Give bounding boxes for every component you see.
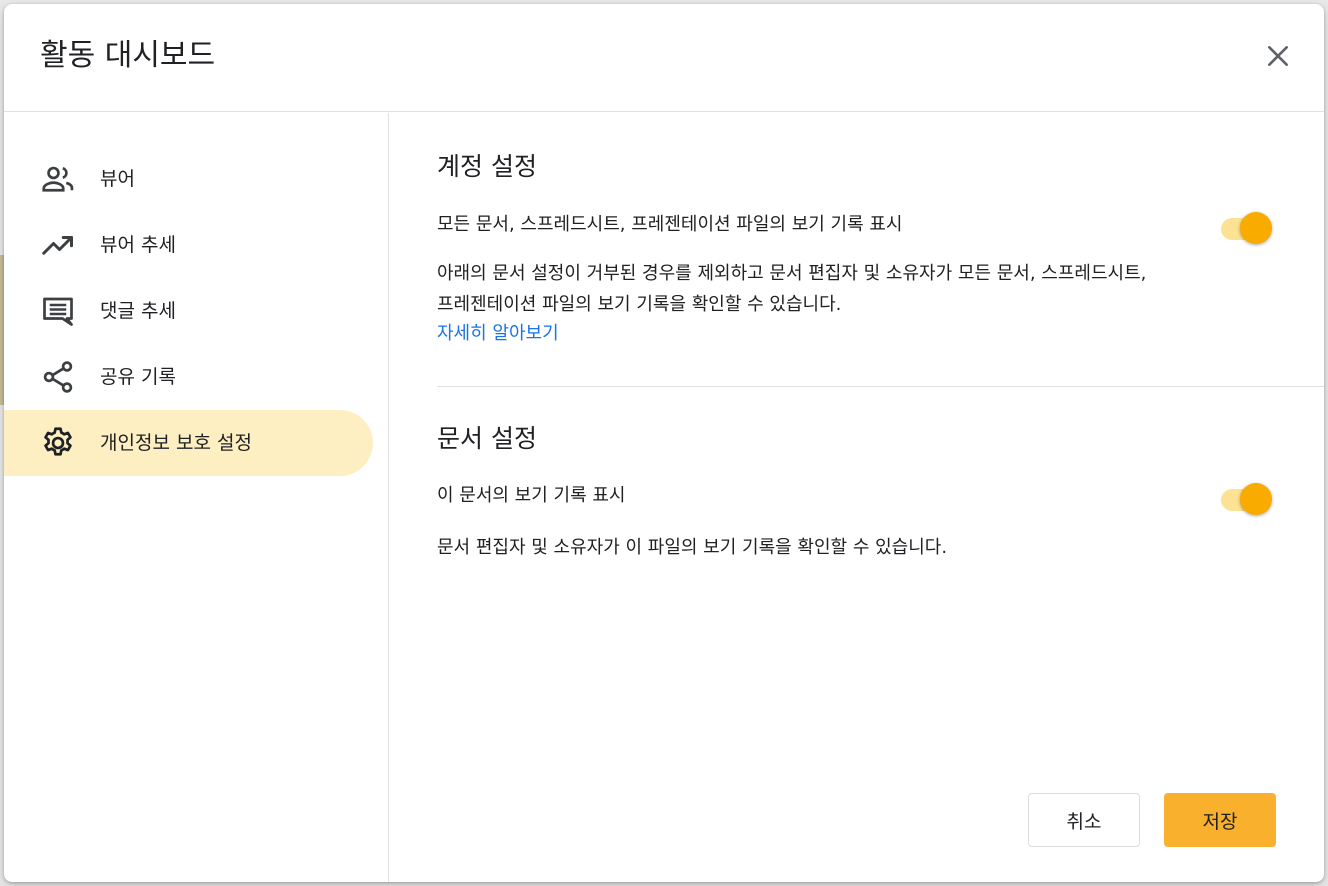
sidebar-item-viewers[interactable]: 뷰어 [4,146,373,212]
dialog-header: 활동 대시보드 [4,4,1324,112]
privacy-settings-panel: 계정 설정 모든 문서, 스프레드시트, 프레젠테이션 파일의 보기 기록 표시… [389,113,1324,882]
sidebar-item-label: 댓글 추세 [100,300,176,322]
document-toggle-label: 이 문서의 보기 기록 표시 [437,485,626,506]
document-settings-title: 문서 설정 [437,424,537,453]
account-view-history-toggle[interactable] [1219,209,1275,245]
close-button[interactable] [1254,34,1302,82]
learn-more-link[interactable]: 자세히 알아보기 [437,321,559,347]
sidebar-item-label: 뷰어 [100,168,135,190]
sidebar-item-viewer-trends[interactable]: 뷰어 추세 [4,212,373,278]
people-icon [40,161,76,197]
gear-icon [40,425,76,461]
activity-dashboard-dialog: 활동 대시보드 뷰어 뷰어 추세 댓글 추세 공유 기록 개인정보 보호 설정 … [4,4,1324,882]
comment-icon [40,293,76,329]
save-button[interactable]: 저장 [1164,793,1276,847]
sidebar-nav: 뷰어 뷰어 추세 댓글 추세 공유 기록 개인정보 보호 설정 [4,113,389,882]
section-divider [437,386,1324,387]
toggle-thumb [1240,483,1272,515]
share-icon [40,359,76,395]
sidebar-item-comment-trends[interactable]: 댓글 추세 [4,278,373,344]
close-icon [1265,43,1291,73]
toggle-thumb [1240,212,1272,244]
sidebar-item-label: 공유 기록 [100,366,176,388]
document-view-history-toggle[interactable] [1219,480,1275,516]
account-settings-description: 아래의 문서 설정이 거부된 경우를 제외하고 문서 편집자 및 소유자가 모든… [437,263,1147,315]
trending-up-icon [40,227,76,263]
sidebar-item-privacy-settings[interactable]: 개인정보 보호 설정 [4,410,373,476]
account-toggle-label: 모든 문서, 스프레드시트, 프레젠테이션 파일의 보기 기록 표시 [437,214,903,235]
sidebar-item-label: 뷰어 추세 [100,234,176,256]
document-settings-description: 문서 편집자 및 소유자가 이 파일의 보기 기록을 확인할 수 있습니다. [437,537,948,558]
cancel-button[interactable]: 취소 [1028,793,1140,847]
account-settings-title: 계정 설정 [437,152,537,181]
sidebar-item-sharing-history[interactable]: 공유 기록 [4,344,373,410]
dialog-title: 활동 대시보드 [40,38,216,73]
sidebar-item-label: 개인정보 보호 설정 [100,432,252,454]
